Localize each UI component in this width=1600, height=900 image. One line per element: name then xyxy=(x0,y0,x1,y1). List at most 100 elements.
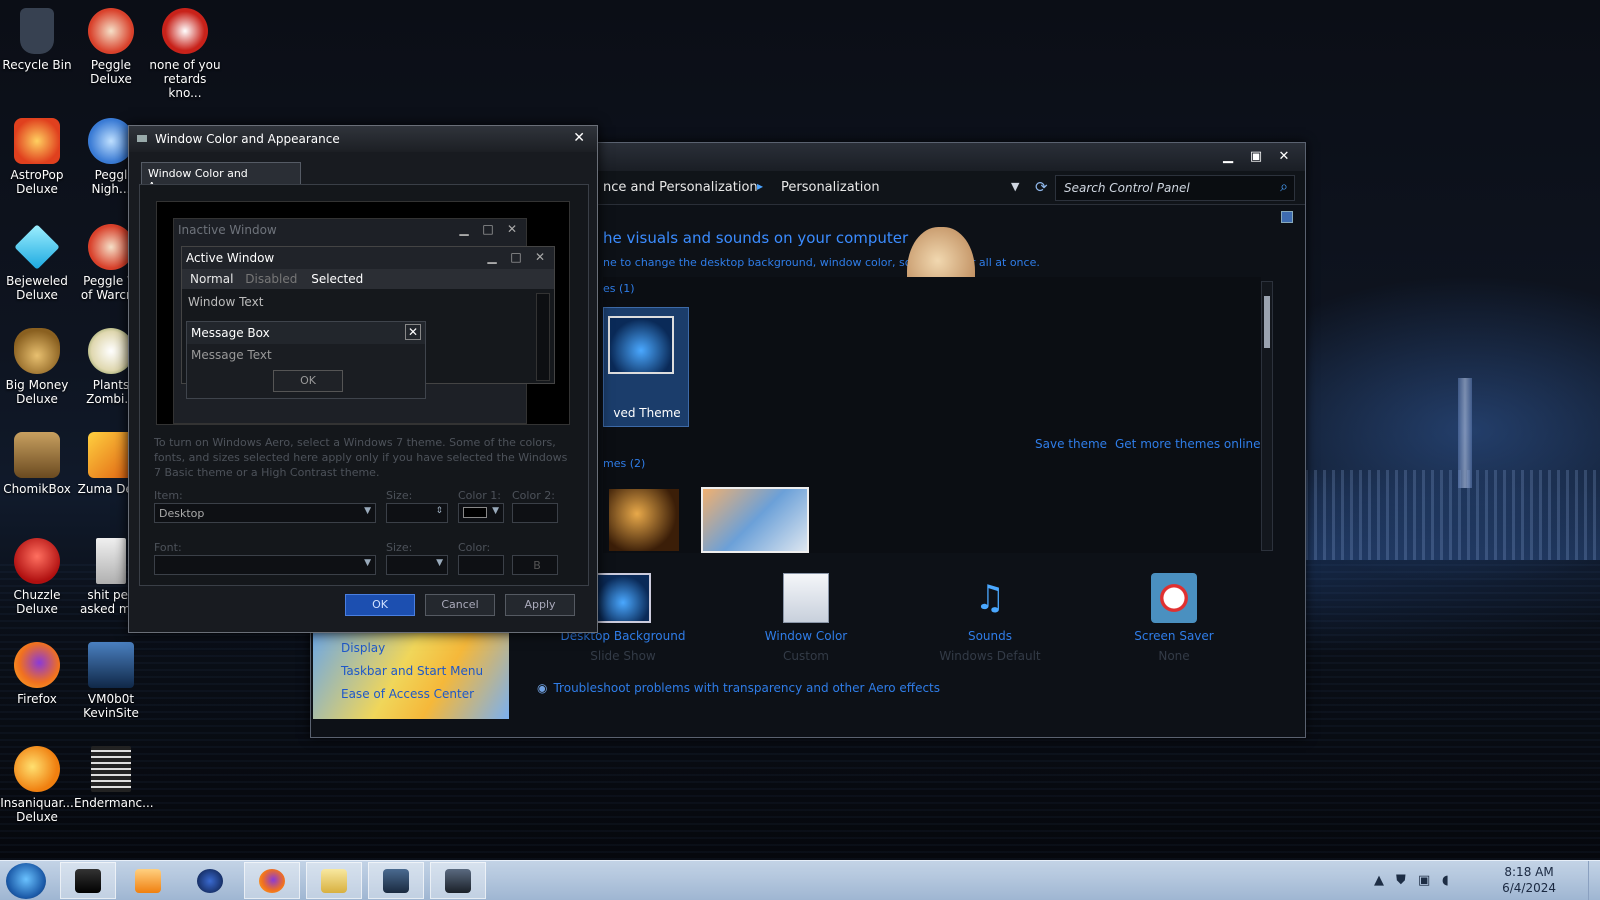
cancel-button[interactable]: Cancel xyxy=(425,594,495,616)
see-also-taskbar-link[interactable]: Taskbar and Start Menu xyxy=(341,664,483,678)
theme-thumbnail xyxy=(608,316,674,374)
inactive-window-title: Inactive Window xyxy=(178,223,277,237)
preview-message-box[interactable]: Message Box ✕ Message Text OK xyxy=(186,321,426,399)
sounds-icon: ♫ xyxy=(974,578,1006,618)
refresh-icon[interactable]: ⟳ xyxy=(1035,178,1048,196)
troubleshoot-icon: ◉ xyxy=(537,681,548,695)
show-desktop-button[interactable] xyxy=(1588,861,1600,900)
themes-scrollbar[interactable] xyxy=(1261,281,1273,551)
preview-scrollbar xyxy=(536,293,550,381)
desktop-icon-insaniquarium[interactable]: Insaniquar... Deluxe xyxy=(0,746,74,824)
desktop-icon-chuzzle[interactable]: Chuzzle Deluxe xyxy=(0,538,74,616)
color1-swatch xyxy=(463,507,487,518)
theme-tile-gold[interactable] xyxy=(609,489,679,551)
see-also-ease-of-access-link[interactable]: Ease of Access Center xyxy=(341,687,474,701)
save-theme-link[interactable]: Save theme xyxy=(1035,437,1107,451)
help-icon[interactable] xyxy=(1281,211,1293,223)
dialog-close-button[interactable]: ✕ xyxy=(573,130,585,146)
apply-button[interactable]: Apply xyxy=(505,594,575,616)
clock-time: 8:18 AM xyxy=(1504,865,1554,879)
desktop-icon-big-money[interactable]: Big Money Deluxe xyxy=(0,328,74,406)
setting-window-color[interactable]: Window Color Custom xyxy=(731,573,881,663)
item-dropdown-icon: ▼ xyxy=(364,506,371,516)
taskbar-app-media-player[interactable] xyxy=(120,862,176,899)
peggle-icon xyxy=(88,8,134,54)
screen-saver-icon xyxy=(1151,573,1197,623)
dialog-titlebar[interactable]: Window Color and Appearance ✕ xyxy=(129,126,597,152)
breadcrumb-appearance[interactable]: nce and Personalization xyxy=(603,180,758,195)
setting-screen-saver[interactable]: Screen Saver None xyxy=(1099,573,1249,663)
theme-tile-unsaved[interactable]: ved Theme xyxy=(603,307,689,427)
message-box-ok: OK xyxy=(273,370,343,392)
bold-toggle[interactable]: B xyxy=(512,555,558,575)
document-icon xyxy=(96,538,126,584)
control-panel-icon xyxy=(383,869,409,893)
see-also-panel: Display Taskbar and Start Menu Ease of A… xyxy=(313,627,509,719)
ok-button[interactable]: OK xyxy=(345,594,415,616)
see-also-display-link[interactable]: Display xyxy=(341,641,385,655)
color1-picker[interactable]: ▼ xyxy=(458,503,504,523)
desktop-icon-bejeweled[interactable]: Bejeweled Deluxe xyxy=(0,224,74,302)
taskbar-app-control-panel[interactable] xyxy=(368,862,424,899)
tray-expand-icon[interactable]: ▲ xyxy=(1374,873,1384,888)
taskbar: ▲ ⛊ ▣ ◖ 8:18 AM 6/4/2024 xyxy=(0,860,1600,900)
desktop-icon-peggle-red[interactable]: none of you retards kno... xyxy=(148,8,222,100)
message-box-title: Message Box xyxy=(191,326,270,340)
group-installed-themes: mes (2) xyxy=(603,457,646,470)
item-select[interactable]: Desktop ▼ xyxy=(154,503,376,523)
tray-network-icon[interactable]: ▣ xyxy=(1418,873,1430,888)
close-button[interactable]: ✕ xyxy=(1277,149,1291,164)
search-box[interactable]: ⌕ xyxy=(1055,175,1295,201)
active-minimize-icon: ▁ xyxy=(487,250,497,264)
desktop-icon-endermanch[interactable]: Endermanc... xyxy=(74,746,154,810)
taskbar-app-folder[interactable] xyxy=(306,862,362,899)
taskbar-app-explorer[interactable] xyxy=(60,862,116,899)
font-select[interactable]: ▼ xyxy=(154,555,376,575)
search-icon[interactable]: ⌕ xyxy=(1280,179,1288,195)
color2-picker[interactable] xyxy=(512,503,558,523)
troubleshoot-link[interactable]: ◉ Troubleshoot problems with transparency… xyxy=(537,681,940,695)
desktop-icon-vm0b0t[interactable]: VM0b0t KevinSite xyxy=(74,642,148,720)
get-more-themes-link[interactable]: Get more themes online xyxy=(1115,437,1261,451)
desktop-icon-firefox[interactable]: Firefox xyxy=(0,642,74,706)
color2-label: Color 2: xyxy=(512,489,555,502)
minimize-button[interactable]: ▁ xyxy=(1221,149,1235,164)
message-box-text: Message Text xyxy=(191,348,272,362)
tab-window-color-appearance[interactable]: Window Color and Appearance xyxy=(141,162,301,193)
font-size-select[interactable]: ▼ xyxy=(386,555,448,575)
taskbar-app-globe[interactable] xyxy=(182,862,238,899)
tray-security-icon[interactable]: ⛊ xyxy=(1396,873,1406,888)
breadcrumb-personalization[interactable]: Personalization xyxy=(781,180,880,195)
theme-tile-landscapes[interactable] xyxy=(701,487,809,553)
desktop-icon-recycle-bin[interactable]: Recycle Bin xyxy=(0,8,74,72)
scrollbar-thumb[interactable] xyxy=(1264,296,1270,348)
desktop-icon-astropop[interactable]: AstroPop Deluxe xyxy=(0,118,74,196)
window-color-appearance-dialog: Window Color and Appearance ✕ Window Col… xyxy=(128,125,598,633)
clock[interactable]: 8:18 AM 6/4/2024 xyxy=(1502,864,1556,896)
dialog-title: Window Color and Appearance xyxy=(155,132,340,146)
maximize-button[interactable]: ▣ xyxy=(1249,149,1263,164)
menu-disabled: Disabled xyxy=(245,272,298,286)
preview-menu-bar[interactable]: Normal Disabled Selected xyxy=(182,269,554,289)
desktop-icon-peggle[interactable]: Peggle Deluxe xyxy=(74,8,148,86)
aero-notice-text: To turn on Windows Aero, select a Window… xyxy=(154,436,568,479)
start-button[interactable] xyxy=(6,863,46,899)
font-color-picker[interactable] xyxy=(458,555,504,575)
vm-icon xyxy=(88,642,134,688)
taskbar-app-display[interactable] xyxy=(430,862,486,899)
display-icon xyxy=(445,869,471,893)
desktop-icon-chomikbox[interactable]: ChomikBox xyxy=(0,432,74,496)
size-spinner[interactable]: ⇕ xyxy=(386,503,448,523)
history-dropdown-icon[interactable]: ▼ xyxy=(1011,180,1019,193)
gem-icon xyxy=(14,224,60,270)
theme-name: ved Theme xyxy=(613,406,681,420)
preview-window-text: Window Text xyxy=(188,295,264,309)
tray-volume-icon[interactable]: ◖ xyxy=(1442,873,1449,888)
setting-sounds[interactable]: ♫ Sounds Windows Default xyxy=(915,573,1065,663)
chomikbox-icon xyxy=(14,432,60,478)
font-size-dropdown-icon: ▼ xyxy=(436,558,443,568)
breadcrumb-separator-icon[interactable]: ▸ xyxy=(757,179,763,193)
search-input[interactable] xyxy=(1056,176,1256,200)
inactive-maximize-icon: □ xyxy=(482,222,494,236)
taskbar-app-firefox[interactable] xyxy=(244,862,300,899)
